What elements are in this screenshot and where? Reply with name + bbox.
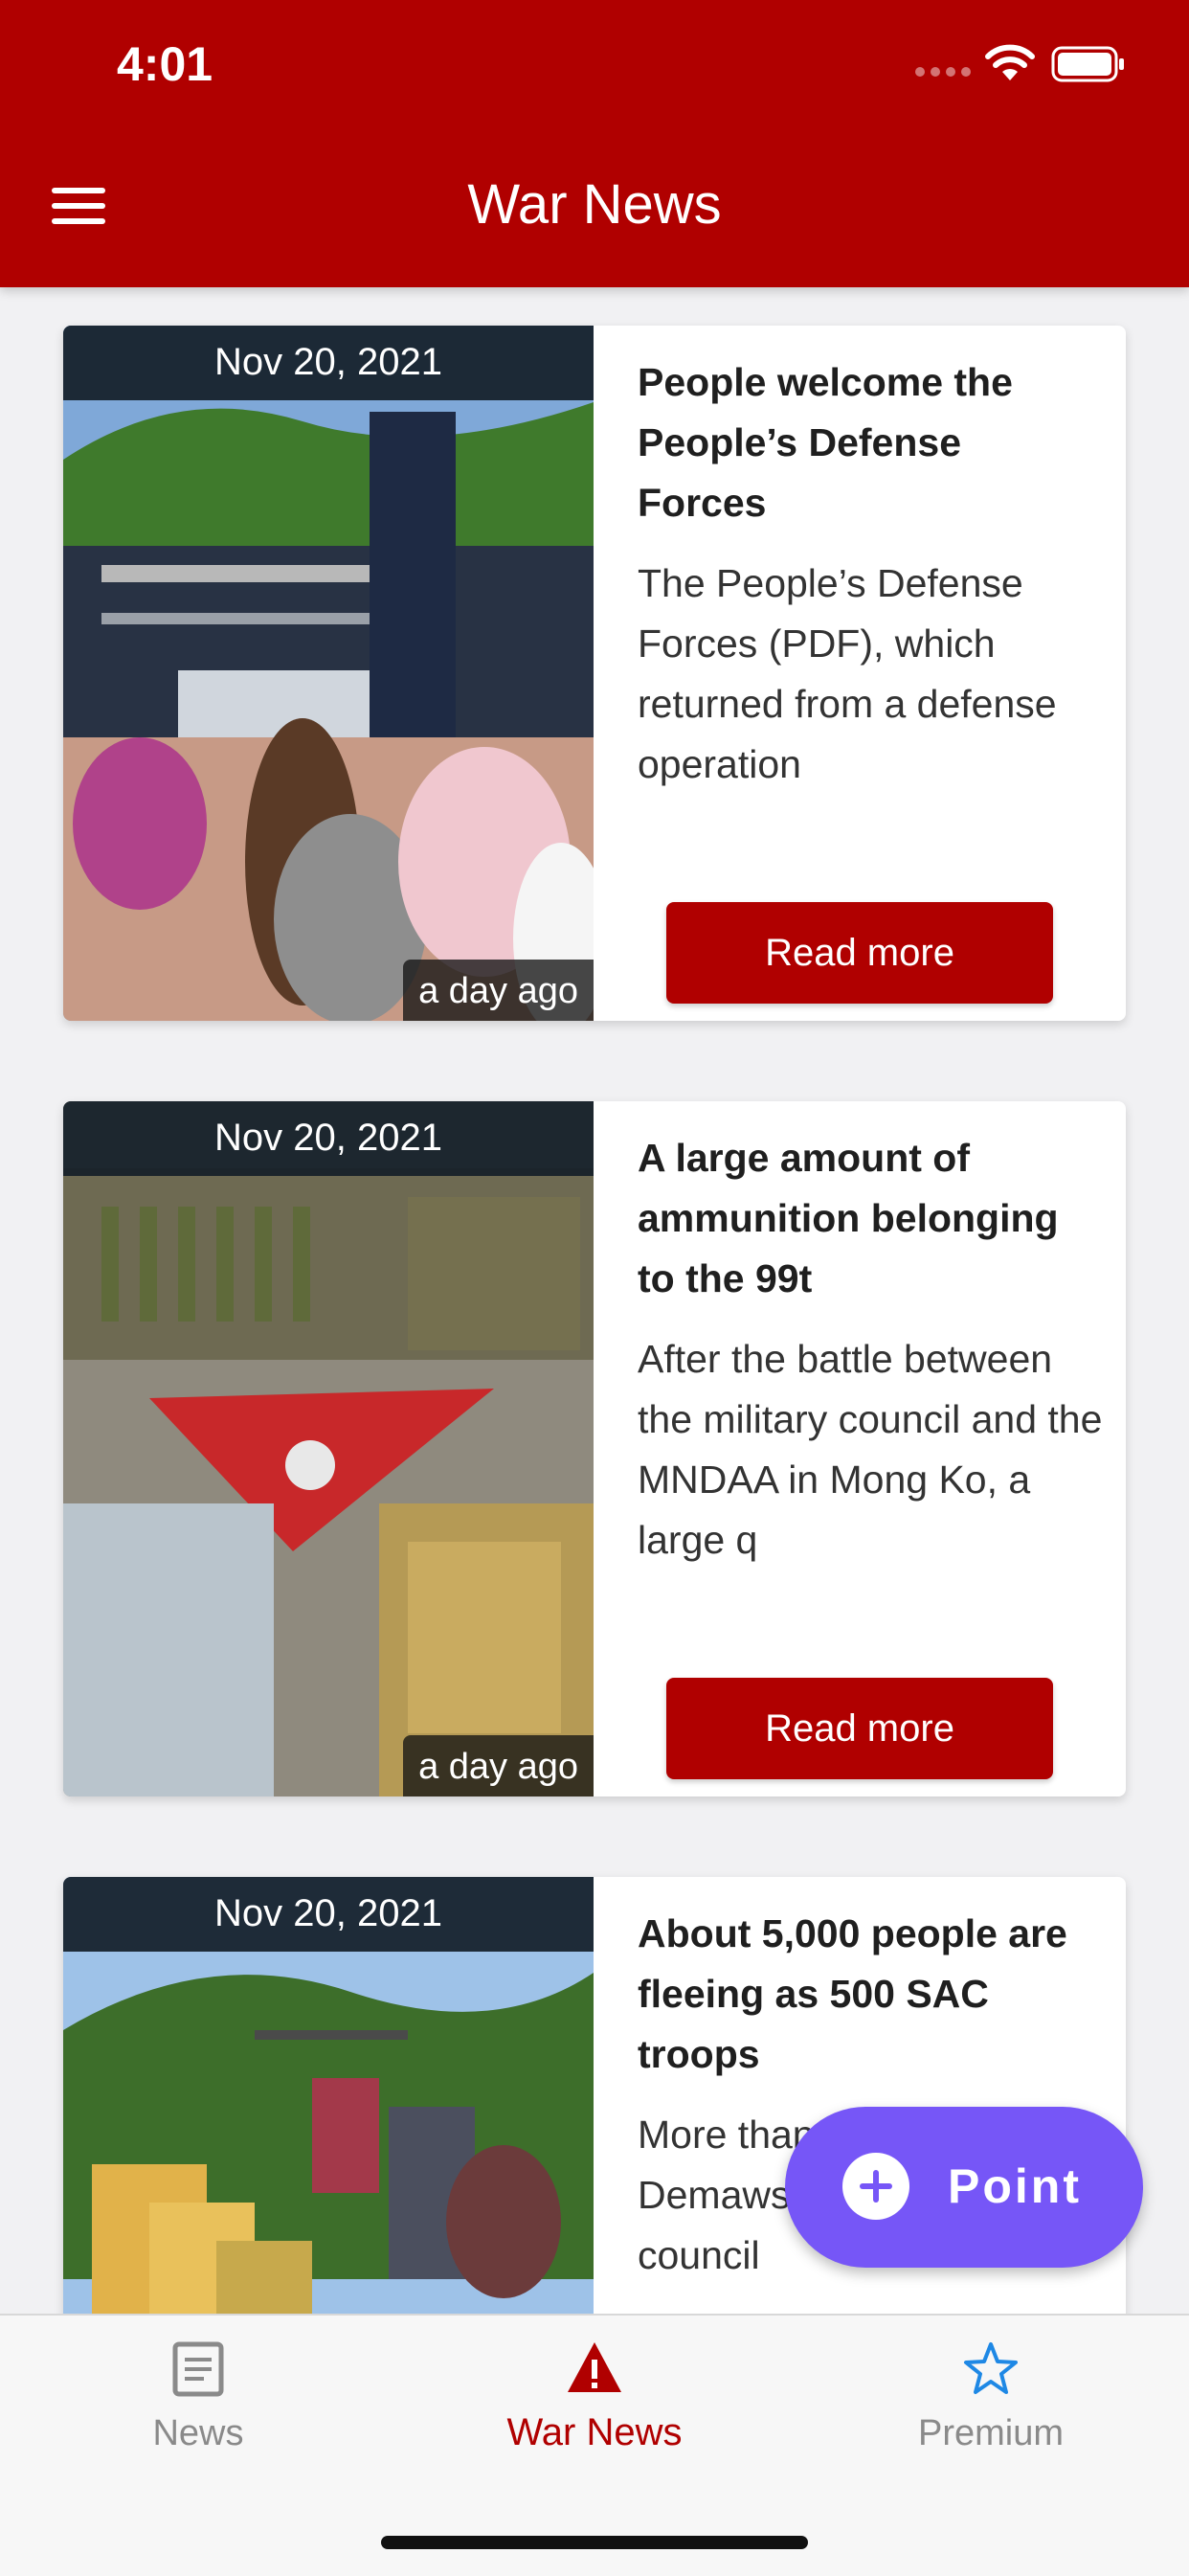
article-thumbnail[interactable]: Nov 20, 2021 a day ago [63, 326, 594, 1021]
article-photo [63, 1101, 594, 1796]
tab-war-news-label: War News [506, 2411, 683, 2453]
star-outline-icon [964, 2342, 1018, 2394]
status-time: 4:01 [117, 37, 213, 91]
page-title: War News [467, 173, 722, 236]
article-relative-time: a day ago [403, 1735, 594, 1796]
wifi-icon [985, 44, 1035, 80]
article-card[interactable]: Nov 20, 2021 a day ago People welcome th… [63, 326, 1126, 1021]
tab-premium[interactable]: Premium [793, 2316, 1189, 2507]
article-title[interactable]: A large amount of ammunition belonging t… [638, 1128, 1097, 1309]
article-excerpt: The People’s Defense Forces (PDF), which… [638, 561, 1057, 786]
article-title[interactable]: People welcome the People’s Defense Forc… [638, 352, 1097, 533]
app-header: 4:01 War News [0, 0, 1189, 287]
fab-label: Point [948, 2159, 1082, 2213]
article-photo [63, 326, 594, 1021]
cellular-signal-icon [915, 67, 971, 80]
article-date: Nov 20, 2021 [63, 1101, 594, 1176]
news-document-icon [172, 2341, 224, 2397]
tab-war-news[interactable]: War News [396, 2316, 793, 2507]
tab-premium-label: Premium [917, 2413, 1065, 2453]
article-relative-time: a day ago [403, 960, 594, 1021]
tab-news[interactable]: News [0, 2316, 396, 2507]
warning-triangle-icon [568, 2342, 621, 2392]
article-date: Nov 20, 2021 [63, 326, 594, 400]
plus-circle-icon [842, 2153, 909, 2220]
article-thumbnail[interactable]: Nov 20, 2021 [63, 1877, 594, 2314]
read-more-button[interactable]: Read more [666, 1678, 1053, 1779]
article-title[interactable]: About 5,000 people are fleeing as 500 SA… [638, 1904, 1097, 2085]
article-excerpt: After the battle between the military co… [638, 1337, 1103, 1562]
article-feed[interactable]: Nov 20, 2021 a day ago People welcome th… [0, 287, 1189, 2314]
tab-news-label: News [152, 2413, 244, 2453]
point-fab-button[interactable]: Point [785, 2107, 1143, 2268]
read-more-button[interactable]: Read more [666, 902, 1053, 1004]
article-card[interactable]: Nov 20, 2021 a day ago A large amount of… [63, 1101, 1126, 1796]
home-indicator [381, 2536, 808, 2549]
article-date: Nov 20, 2021 [63, 1877, 594, 1952]
battery-icon [1051, 46, 1124, 82]
article-thumbnail[interactable]: Nov 20, 2021 a day ago [63, 1101, 594, 1796]
